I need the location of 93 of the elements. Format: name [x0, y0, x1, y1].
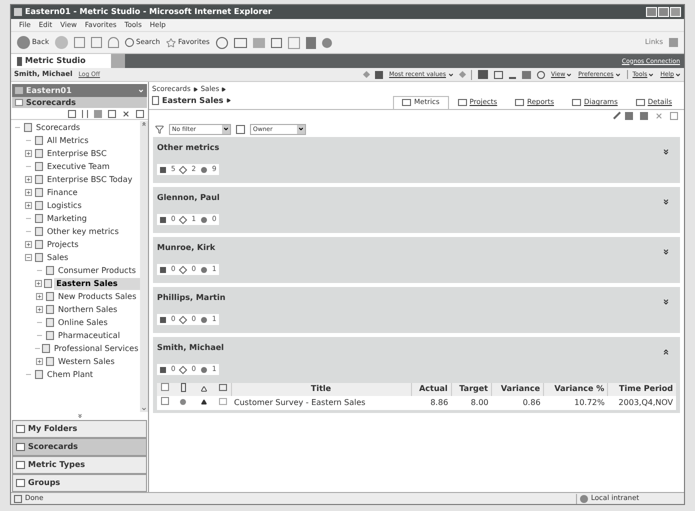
tree-item[interactable]: Western Sales: [56, 356, 117, 368]
arrow-icon: [226, 98, 232, 103]
square-icon: [160, 366, 166, 372]
table-cell: 8.00: [470, 398, 488, 406]
tree-item[interactable]: Consumer Products: [56, 264, 138, 276]
tree-item[interactable]: Scorecards: [34, 122, 82, 134]
current-scorecard: Eastern Sales: [162, 94, 224, 106]
caret-icon: [675, 72, 681, 78]
collapse-icon[interactable]: [25, 254, 32, 261]
metric-title-link[interactable]: Customer Survey - Eastern Sales: [234, 398, 366, 406]
caret-icon: [448, 72, 454, 78]
accordion-tab[interactable]: Metric Types: [12, 456, 147, 474]
square-icon: [160, 266, 166, 272]
tree-item[interactable]: Pharmaceutical: [56, 330, 122, 342]
expand-icon[interactable]: [36, 358, 43, 365]
tree-item[interactable]: Other key metrics: [45, 226, 121, 238]
group-title: Glennon, Paul: [157, 192, 220, 204]
accordion-label: Metric Types: [28, 459, 86, 471]
square-icon: [160, 316, 166, 322]
tree-item[interactable]: Northern Sales: [56, 304, 120, 316]
expand-icon[interactable]: [662, 298, 670, 306]
expand-icon[interactable]: [662, 248, 670, 256]
tree-item[interactable]: Finance: [45, 186, 80, 198]
group-title: Munroe, Kirk: [157, 242, 216, 254]
tree-item[interactable]: Marketing: [45, 212, 89, 224]
accordion-label: My Folders: [28, 423, 78, 435]
checkbox[interactable]: [161, 396, 169, 404]
caret-icon: [566, 72, 572, 78]
table-cell: 10.72%: [574, 398, 605, 406]
tab-strip-handle: [111, 54, 125, 68]
tree-item[interactable]: Enterprise BSC Today: [45, 174, 134, 186]
tree-item[interactable]: Chem Plant: [45, 368, 96, 380]
arrow-icon: [192, 86, 198, 92]
expand-icon[interactable]: [662, 198, 670, 206]
expand-icon[interactable]: [25, 241, 32, 248]
trend-column-icon: [201, 386, 207, 392]
tree-item[interactable]: New Products Sales: [56, 290, 138, 302]
tree-item[interactable]: Online Sales: [56, 316, 110, 328]
caret-icon: [614, 72, 621, 78]
expand-icon[interactable]: [36, 306, 43, 313]
scorecard-header[interactable]: Eastern01: [12, 84, 147, 97]
tree-item[interactable]: Logistics: [45, 200, 84, 212]
tree-item[interactable]: Executive Team: [45, 160, 112, 172]
filter-icon: [155, 124, 164, 134]
caret-icon: [223, 126, 229, 132]
minimize-button[interactable]: [646, 7, 657, 17]
tree-item[interactable]: All Metrics: [45, 134, 90, 146]
caret-icon: [648, 72, 654, 78]
splitter-icon[interactable]: [76, 413, 82, 419]
scroll-up-icon[interactable]: [141, 121, 147, 127]
tree-item[interactable]: Projects: [45, 238, 81, 250]
tree-item[interactable]: Eastern Sales: [54, 278, 140, 290]
window-title: Eastern01 - Metric Studio - Microsoft Internet Explorer: [25, 6, 272, 18]
accordion-tab[interactable]: Scorecards: [12, 438, 147, 456]
scrollbar[interactable]: [140, 121, 148, 412]
accordion-tab[interactable]: My Folders: [12, 420, 147, 438]
table-row[interactable]: Customer Survey - Eastern Sales 8.86 8.00 0.86 10.72% 2003,Q4,NOV: [157, 396, 676, 410]
tree-item[interactable]: Sales: [45, 252, 70, 264]
tree-item[interactable]: Enterprise BSC: [45, 148, 109, 160]
expand-icon[interactable]: [25, 176, 32, 183]
app-tab[interactable]: Metric Studio: [11, 54, 111, 68]
group-title: Phillips, Martin: [157, 292, 226, 304]
header-title: Eastern01: [26, 84, 73, 96]
column-header[interactable]: Title: [310, 384, 332, 393]
expand-icon[interactable]: [25, 189, 32, 196]
star-icon: [166, 38, 176, 48]
expand-icon[interactable]: [35, 280, 42, 287]
scroll-down-icon[interactable]: [141, 406, 147, 412]
arrow-icon: [221, 86, 226, 92]
group-title: Other metrics: [157, 142, 220, 154]
square-icon: [160, 166, 166, 172]
checkbox[interactable]: [161, 383, 169, 391]
collapse-icon[interactable]: [662, 348, 670, 356]
tree-item[interactable]: Professional Services: [52, 342, 140, 354]
maximize-button[interactable]: [658, 7, 669, 17]
close-button[interactable]: [670, 7, 681, 17]
caret-icon: [298, 126, 304, 132]
accordion-tab[interactable]: Groups: [12, 474, 147, 492]
delete-icon[interactable]: [122, 110, 130, 118]
group-title: Smith, Michael: [157, 342, 224, 354]
section-title: Scorecards: [26, 96, 76, 108]
square-icon: [160, 216, 166, 222]
caret-icon: [138, 88, 144, 94]
expand-icon[interactable]: [25, 150, 32, 157]
trend-up-icon: [201, 399, 207, 406]
expand-icon[interactable]: [662, 148, 670, 156]
expand-icon[interactable]: [36, 293, 43, 300]
accordion-label: Groups: [28, 477, 60, 489]
table-cell: 2003,Q4,NOV: [618, 398, 673, 406]
expand-icon[interactable]: [25, 202, 32, 209]
table-cell: 0.86: [522, 398, 541, 406]
accordion-label: Scorecards: [28, 441, 78, 453]
table-cell: 8.86: [430, 398, 448, 406]
